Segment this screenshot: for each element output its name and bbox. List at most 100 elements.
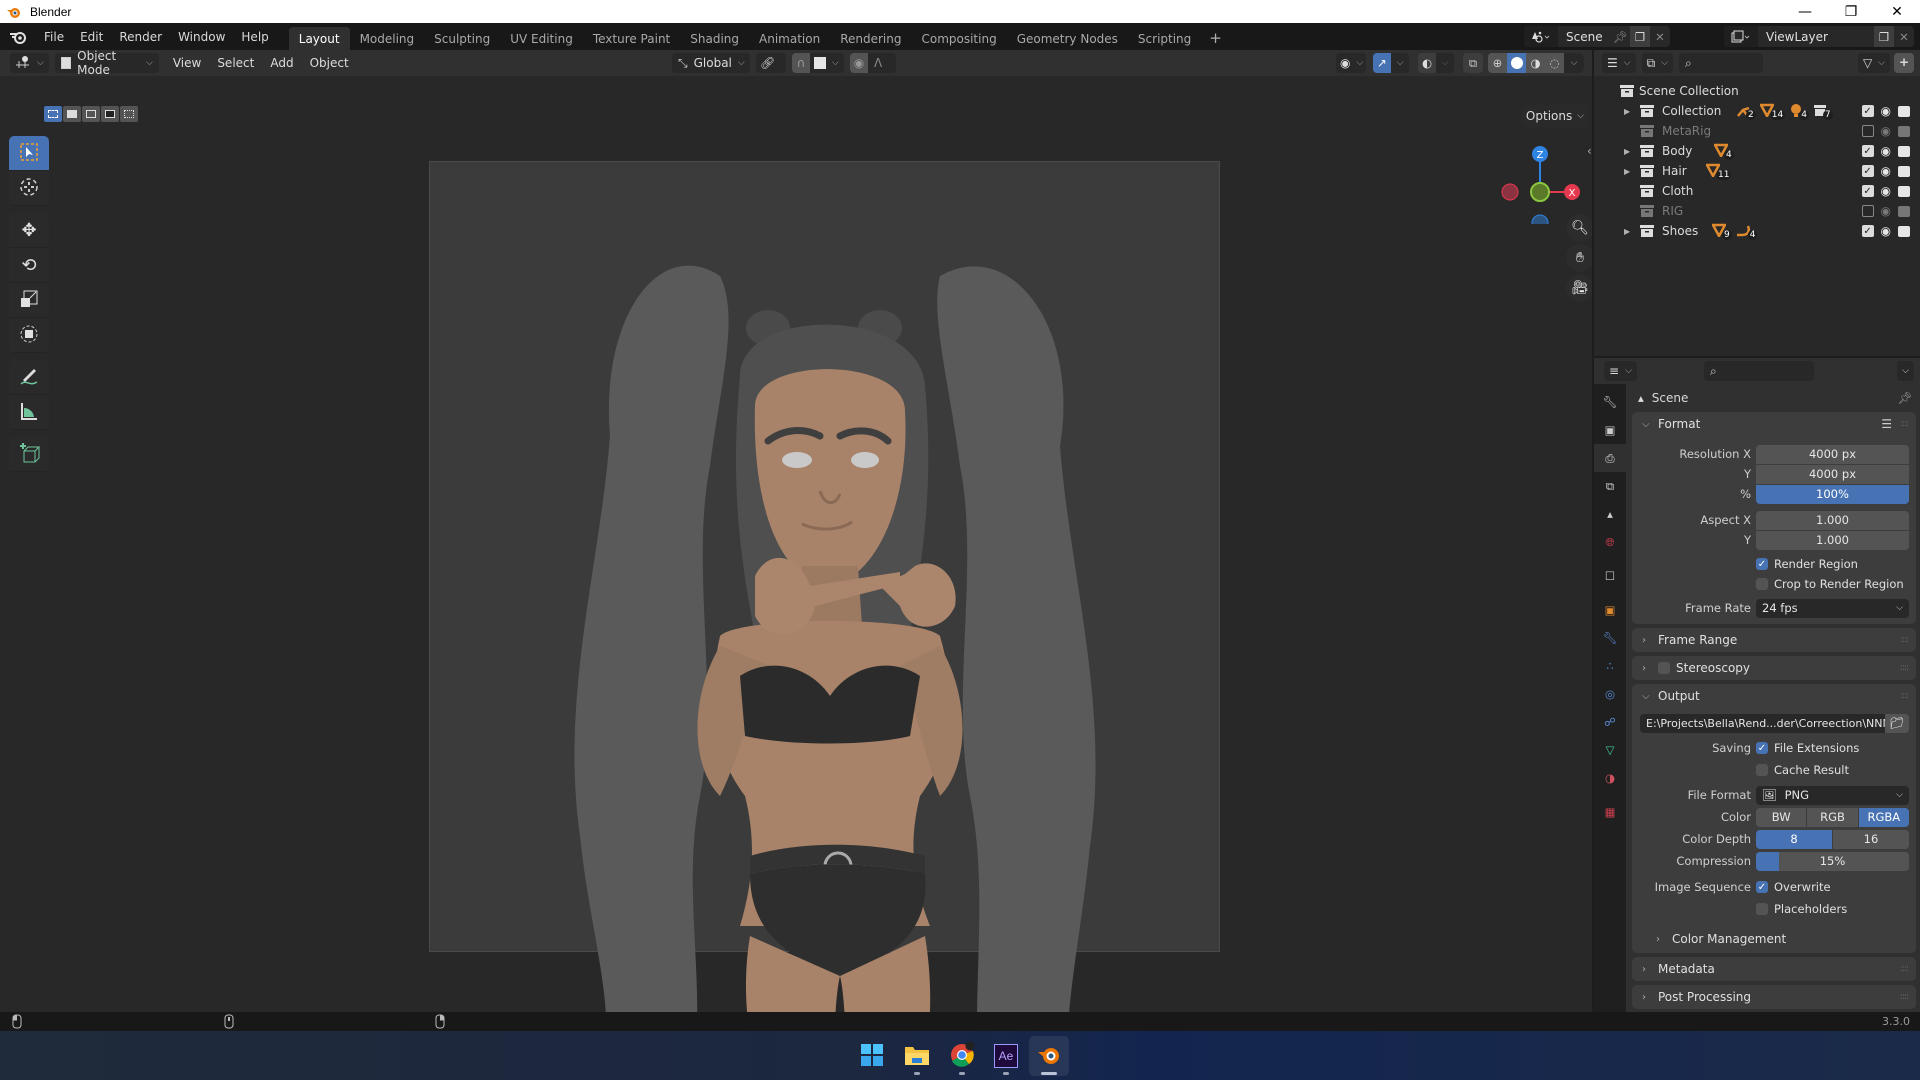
rendered-shading-icon[interactable]: ◌ — [1545, 53, 1564, 73]
exclude-checkbox[interactable]: ✓ — [1861, 105, 1874, 117]
exclude-checkbox[interactable]: ✓ — [1861, 165, 1874, 177]
tab-material[interactable]: ◑ — [1594, 764, 1626, 792]
expand-triangle-icon[interactable]: ▶ — [1624, 107, 1630, 116]
mesh-badge[interactable]: 9 — [1710, 222, 1732, 240]
xray-toggle[interactable]: ⧉ — [1463, 53, 1483, 73]
view-layer-icon[interactable] — [1724, 26, 1758, 47]
shading-mode-selector[interactable]: ⊕ ◑ ◌ ⌵ — [1488, 53, 1584, 73]
tool-transform[interactable] — [9, 318, 49, 353]
outliner-row[interactable]: Cloth ✓ ◉ — [1594, 181, 1920, 201]
workspace-tab-uv-editing[interactable]: UV Editing — [500, 27, 583, 50]
color-option-rgb[interactable]: RGB — [1807, 807, 1858, 827]
workspace-tab-compositing[interactable]: Compositing — [911, 27, 1006, 50]
eye-visibility-icon[interactable]: ◉ — [1881, 204, 1891, 218]
tab-collection[interactable]: ☐ — [1594, 562, 1626, 590]
maximize-button[interactable]: ❐ — [1828, 0, 1874, 23]
chevron-down-icon[interactable]: ⌵ — [1436, 53, 1454, 73]
expand-triangle-icon[interactable]: ▶ — [1624, 167, 1630, 176]
pivot-point-selector[interactable]: 🔗︎ — [756, 53, 786, 73]
tab-physics[interactable]: ◎ — [1594, 680, 1626, 708]
menu-window[interactable]: Window — [170, 26, 233, 48]
transform-orientation-selector[interactable]: ⤡ Global ⌵ — [672, 53, 750, 73]
color-management-subpanel-header[interactable]: › Color Management — [1632, 927, 1916, 951]
resolution-x-field[interactable]: 4000 px — [1756, 444, 1909, 464]
aspect-x-field[interactable]: 1.000 — [1756, 510, 1909, 530]
scene-icon[interactable] — [1524, 26, 1558, 47]
drag-handle-icon[interactable]: :::: — [1900, 964, 1909, 974]
proportional-editing-controls[interactable]: ◉ Λ — [850, 53, 896, 73]
tab-render[interactable]: ▣ — [1594, 416, 1626, 444]
frame-range-panel-header[interactable]: › Frame Range:::: — [1632, 628, 1916, 652]
expand-triangle-icon[interactable]: ▶ — [1624, 227, 1630, 236]
camera-render-icon[interactable] — [1898, 165, 1910, 177]
tab-constraints[interactable]: ☍ — [1594, 708, 1626, 736]
sidebar-toggle-arrow-icon[interactable]: ‹ — [1587, 144, 1592, 158]
proportional-edit-icon[interactable]: ◉ — [850, 53, 868, 73]
presets-list-icon[interactable]: ☰ — [1881, 417, 1892, 431]
mode-selector[interactable]: Object Mode ⌵ — [54, 50, 159, 77]
tab-texture[interactable]: ▦ — [1594, 798, 1626, 826]
crop-to-render-region-checkbox[interactable]: Crop to Render Region — [1756, 577, 1904, 591]
stereoscopy-panel-header[interactable]: › Stereoscopy:::: — [1632, 656, 1916, 680]
outliner-row[interactable]: MetaRig ◉ — [1594, 121, 1920, 141]
viewport-menu-add[interactable]: Add — [262, 56, 301, 70]
new-collection-button[interactable]: ➕︎ — [1894, 53, 1914, 73]
viewport-menu-object[interactable]: Object — [302, 56, 357, 70]
view-layer-name[interactable]: ViewLayer — [1758, 30, 1874, 44]
outliner-row[interactable]: ▶ Collection 2 14 4 7 ✓ ◉ — [1594, 101, 1920, 121]
eye-visibility-icon[interactable]: ◉ — [1881, 164, 1891, 178]
tool-scale[interactable] — [9, 283, 49, 318]
workspace-tab-animation[interactable]: Animation — [749, 27, 830, 50]
editor-type-button[interactable]: ⌵ — [10, 53, 49, 73]
render-region-checkbox[interactable]: ✓ Render Region — [1756, 557, 1858, 571]
scene-selector[interactable]: Scene 📌︎ ❐ ✕ — [1524, 26, 1670, 47]
navigation-gizmo[interactable]: Z X ‹ 🔍︎ ✋︎ 🎥︎ — [1492, 134, 1592, 302]
output-path-input[interactable]: E:\Projects\Bella\Rend...der\Correection… — [1640, 713, 1885, 733]
taskbar-chrome[interactable] — [942, 1036, 982, 1076]
3d-viewport[interactable]: ⌵ Object Mode ⌵ View Select Add Object ⤡… — [0, 50, 1592, 1012]
color-depth-option-16[interactable]: 16 — [1833, 829, 1909, 849]
tab-world[interactable]: 🌐︎ — [1594, 528, 1626, 556]
overlay-toggle[interactable]: ◐ ⌵ — [1418, 53, 1454, 73]
tab-view-layer[interactable]: ⧉ — [1594, 472, 1626, 500]
mesh-badge[interactable]: 4 — [1712, 142, 1734, 160]
tab-tool[interactable]: 🔧︎ — [1594, 388, 1626, 416]
curve-badge[interactable]: 4 — [1736, 222, 1758, 240]
exclude-checkbox[interactable]: ✓ — [1861, 185, 1874, 197]
properties-search-input[interactable]: ⌕ — [1704, 361, 1814, 381]
workspace-tab-modeling[interactable]: Modeling — [350, 27, 425, 50]
resolution-percent-field[interactable]: 100% — [1756, 484, 1909, 504]
format-panel-header[interactable]: ⌵ Format ☰ :::: — [1632, 412, 1916, 436]
material-preview-icon[interactable]: ◑ — [1526, 53, 1545, 73]
character-model[interactable] — [540, 236, 1130, 1012]
tool-measure[interactable] — [9, 395, 49, 430]
new-view-layer-icon[interactable]: ❐ — [1874, 26, 1894, 47]
menu-edit[interactable]: Edit — [72, 26, 111, 48]
exclude-checkbox[interactable]: ✓ — [1861, 225, 1874, 237]
drag-handle-icon[interactable]: :::: — [1900, 635, 1909, 645]
gizmo-icon[interactable]: ↗ — [1373, 53, 1391, 73]
placeholders-checkbox[interactable]: Placeholders — [1756, 902, 1847, 916]
output-panel-header[interactable]: ⌵ Output:::: — [1632, 684, 1916, 708]
select-new-icon[interactable] — [44, 106, 62, 122]
taskbar-blender[interactable] — [1029, 1036, 1069, 1076]
viewport-menu-select[interactable]: Select — [209, 56, 262, 70]
workspace-tab-scripting[interactable]: Scripting — [1128, 27, 1201, 50]
tool-move[interactable]: ✥ — [9, 213, 49, 248]
taskbar-after-effects[interactable]: Ae — [986, 1036, 1026, 1076]
select-subtract-icon[interactable] — [82, 106, 100, 122]
tool-annotate[interactable] — [9, 360, 49, 395]
blender-menu-icon[interactable] — [8, 27, 28, 47]
color-depth-option-8[interactable]: 8 — [1756, 829, 1832, 849]
browse-folder-button[interactable]: 📁︎ — [1885, 713, 1909, 733]
viewport-canvas[interactable]: ✥ ⟲ Options ⌵ Z X ‹ 🔍︎ ✋︎ 🎥︎ — [0, 76, 1592, 1012]
eye-visibility-icon[interactable]: ◉ — [1881, 144, 1891, 158]
falloff-icon[interactable]: Λ — [874, 56, 882, 70]
drag-handle-icon[interactable]: :::: — [1900, 691, 1909, 701]
camera-render-icon[interactable] — [1898, 125, 1910, 137]
compression-slider[interactable]: 15% — [1756, 851, 1909, 871]
workspace-tab-layout[interactable]: Layout — [288, 27, 350, 50]
exclude-checkbox[interactable] — [1861, 125, 1874, 137]
new-scene-icon[interactable]: ❐ — [1630, 26, 1650, 47]
stereoscopy-checkbox[interactable] — [1658, 662, 1670, 674]
